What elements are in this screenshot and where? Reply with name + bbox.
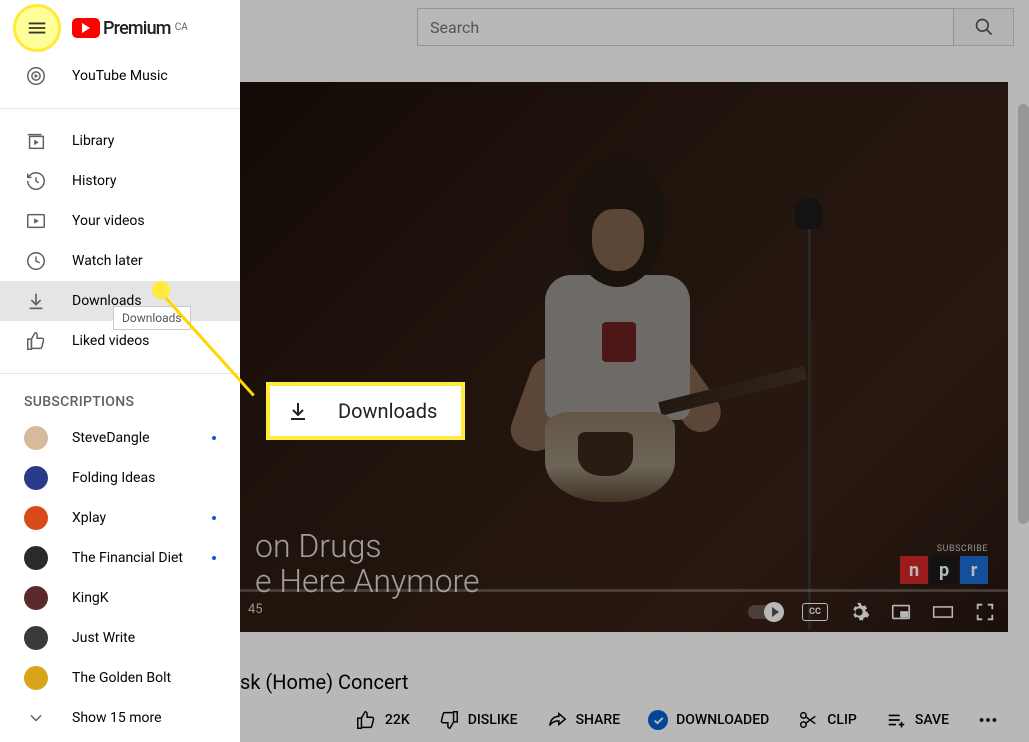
channel-item[interactable]: Xplay xyxy=(0,498,240,538)
chevron-down-icon xyxy=(24,706,48,730)
sidebar-label: Your videos xyxy=(72,213,145,229)
watch-later-icon xyxy=(24,249,48,273)
sidebar-item-library[interactable]: Library xyxy=(0,121,240,161)
hamburger-icon xyxy=(26,17,48,39)
channel-item[interactable]: KingK xyxy=(0,578,240,618)
channel-avatar xyxy=(24,586,48,610)
channel-name: KingK xyxy=(72,590,216,606)
sidebar-show-more[interactable]: Show 15 more xyxy=(0,698,240,738)
new-content-dot xyxy=(212,516,216,520)
logo[interactable]: Premium CA xyxy=(72,18,188,39)
channel-name: SteveDangle xyxy=(72,430,212,446)
callout: Downloads xyxy=(266,382,465,440)
channel-avatar xyxy=(24,666,48,690)
sidebar-label: Show 15 more xyxy=(72,710,162,726)
channel-avatar xyxy=(24,506,48,530)
sidebar-label: YouTube Music xyxy=(72,68,168,84)
channel-item[interactable]: Folding Ideas xyxy=(0,458,240,498)
sidebar-item-watch-later[interactable]: Watch later xyxy=(0,241,240,281)
highlight-dot xyxy=(152,281,170,299)
youtube-icon xyxy=(72,18,100,38)
channel-name: Just Write xyxy=(72,630,216,646)
sidebar-label: Liked videos xyxy=(72,333,149,349)
liked-icon xyxy=(24,329,48,353)
library-icon xyxy=(24,129,48,153)
subscriptions-header: SUBSCRIPTIONS xyxy=(0,386,240,418)
divider xyxy=(0,108,240,109)
sidebar-label: Library xyxy=(72,133,114,149)
channel-item[interactable]: Just Write xyxy=(0,618,240,658)
channel-item[interactable]: SteveDangle xyxy=(0,418,240,458)
download-icon xyxy=(24,289,48,313)
country-code: CA xyxy=(175,22,188,33)
hamburger-button[interactable] xyxy=(13,4,61,52)
history-icon xyxy=(24,169,48,193)
new-content-dot xyxy=(212,436,216,440)
sidebar-item-your-videos[interactable]: Your videos xyxy=(0,201,240,241)
channel-name: Folding Ideas xyxy=(72,470,216,486)
new-content-dot xyxy=(212,556,216,560)
channel-name: Xplay xyxy=(72,510,212,526)
channel-name: The Financial Diet xyxy=(72,550,212,566)
search-icon xyxy=(974,17,994,37)
sidebar-item-ytmusic[interactable]: YouTube Music xyxy=(0,56,240,96)
sidebar-label: History xyxy=(72,173,117,189)
sidebar[interactable]: YouTube Music Library History Your video… xyxy=(0,56,240,742)
channel-avatar xyxy=(24,546,48,570)
channel-avatar xyxy=(24,466,48,490)
channel-name: The Golden Bolt xyxy=(72,670,216,686)
ytmusic-icon xyxy=(24,64,48,88)
channel-avatar xyxy=(24,626,48,650)
sidebar-item-history[interactable]: History xyxy=(0,161,240,201)
search-input[interactable] xyxy=(417,8,954,46)
channel-item[interactable]: The Financial Diet xyxy=(0,538,240,578)
channel-item[interactable]: The Golden Bolt xyxy=(0,658,240,698)
divider xyxy=(0,373,240,374)
your-videos-icon xyxy=(24,209,48,233)
callout-label: Downloads xyxy=(338,399,437,423)
premium-label: Premium xyxy=(103,18,171,39)
search xyxy=(417,8,1014,46)
download-icon xyxy=(286,399,310,423)
search-button[interactable] xyxy=(954,8,1014,46)
channel-avatar xyxy=(24,426,48,450)
sidebar-label: Watch later xyxy=(72,253,143,269)
